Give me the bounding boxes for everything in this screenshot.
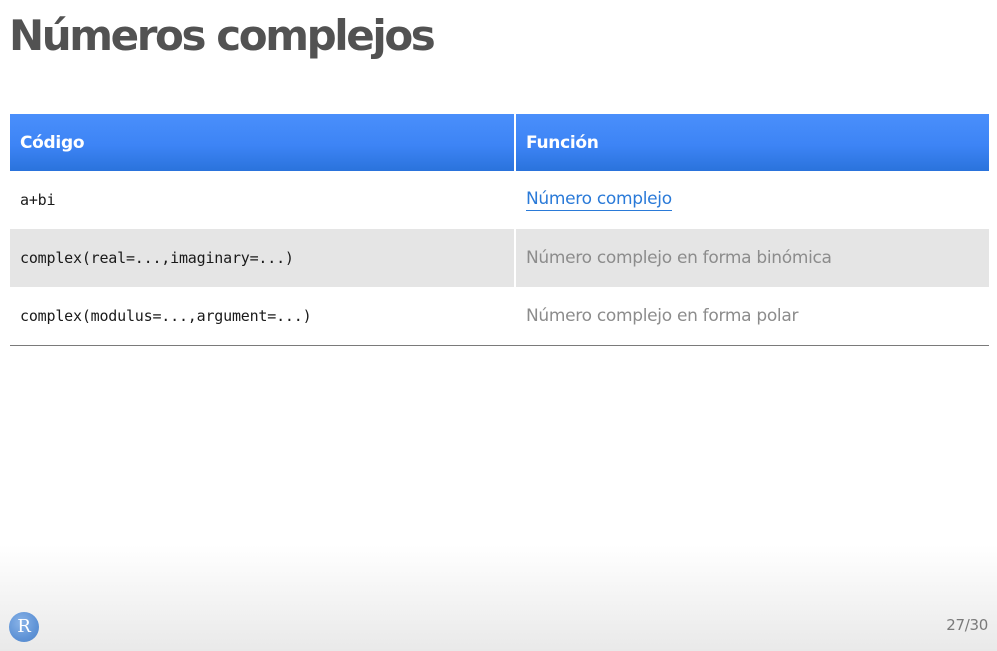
function-text: Número complejo en forma binómica <box>526 248 832 268</box>
code-cell: complex(real=...,imaginary=...) <box>10 229 514 287</box>
table-row: a+bi Número complejo <box>10 171 989 229</box>
code-text: complex(real=...,imaginary=...) <box>20 249 294 267</box>
function-link[interactable]: Número complejo <box>526 189 672 211</box>
code-cell: a+bi <box>10 171 514 229</box>
table-row: complex(real=...,imaginary=...) Número c… <box>10 229 989 287</box>
function-cell: Número complejo <box>514 171 989 229</box>
function-text: Número complejo en forma polar <box>526 306 799 326</box>
functions-table: Código Función a+bi Número complejo comp… <box>10 114 989 346</box>
code-text: complex(modulus=...,argument=...) <box>20 307 312 325</box>
function-cell: Número complejo en forma binómica <box>514 229 989 287</box>
function-cell: Número complejo en forma polar <box>514 287 989 345</box>
page-number: 27/30 <box>946 616 988 634</box>
r-logo-icon: R <box>9 612 39 642</box>
code-cell: complex(modulus=...,argument=...) <box>10 287 514 345</box>
code-text: a+bi <box>20 191 56 209</box>
slide-footer <box>0 545 997 651</box>
table-header-row: Código Función <box>10 114 989 171</box>
table-row: complex(modulus=...,argument=...) Número… <box>10 287 989 345</box>
slide-title: Números complejos <box>9 11 436 60</box>
column-header-function: Función <box>514 114 989 171</box>
column-header-code: Código <box>10 114 514 171</box>
